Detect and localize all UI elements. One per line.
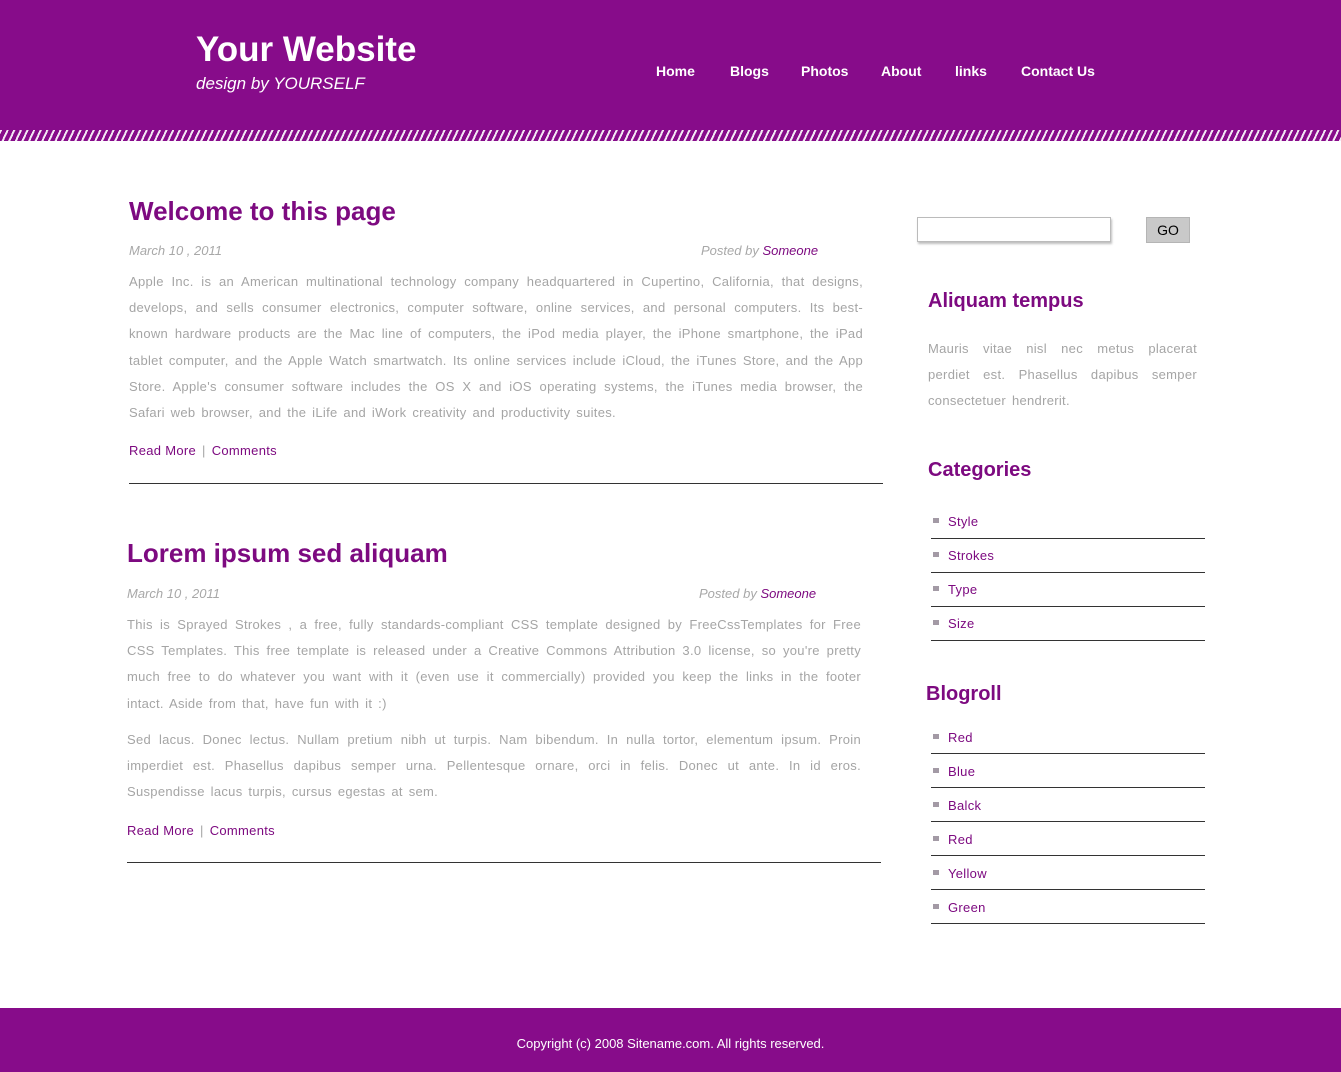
nav-home[interactable]: Home — [656, 63, 695, 79]
post-title[interactable]: Welcome to this page — [129, 196, 889, 227]
category-link[interactable]: Size — [948, 616, 975, 631]
post-author-link[interactable]: Someone — [760, 586, 816, 601]
header-fringe-edge — [0, 141, 1341, 148]
comments-link[interactable]: Comments — [212, 443, 277, 458]
post-divider — [127, 862, 881, 863]
site-tagline: design by YOURSELF — [196, 74, 365, 93]
blogroll-link[interactable]: Balck — [948, 798, 981, 813]
list-item: Red — [931, 720, 1205, 754]
footer-copyright: Copyright (c) 2008 Sitename.com. All rig… — [516, 1036, 825, 1051]
list-item: Green — [931, 890, 1205, 924]
post-links: Read More | Comments — [127, 823, 275, 838]
bullet-icon — [933, 552, 939, 557]
nav-about[interactable]: About — [881, 63, 921, 79]
list-item: Strokes — [931, 539, 1205, 573]
blogroll-link[interactable]: Yellow — [948, 866, 987, 881]
category-link[interactable]: Strokes — [948, 548, 994, 563]
nav-contact-us[interactable]: Contact Us — [1021, 63, 1095, 79]
post-date: March 10 , 2011 — [129, 243, 222, 258]
bullet-icon — [933, 836, 939, 841]
bullet-icon — [933, 870, 939, 875]
post-author-line: Posted by Someone — [701, 243, 818, 258]
search-go-button[interactable]: GO — [1146, 217, 1190, 243]
list-item: Balck — [931, 788, 1205, 822]
site-title[interactable]: Your Website — [196, 30, 416, 70]
post-body: This is Sprayed Strokes , a free, fully … — [127, 617, 861, 711]
post-links: Read More | Comments — [129, 443, 277, 458]
read-more-link[interactable]: Read More — [129, 443, 196, 458]
post-author-line: Posted by Someone — [699, 586, 816, 601]
post-body: Sed lacus. Donec lectus. Nullam pretium … — [127, 732, 861, 800]
nav-links[interactable]: links — [955, 63, 987, 79]
site-header: Your Website design by YOURSELF Home Blo… — [0, 0, 1341, 148]
posted-by-label: Posted by — [699, 586, 757, 601]
post-author-link[interactable]: Someone — [762, 243, 818, 258]
bullet-icon — [933, 768, 939, 773]
bullet-icon — [933, 904, 939, 909]
blogroll-list: Red Blue Balck Red Yellow Green — [931, 720, 1205, 924]
sidebar-heading-aliquam: Aliquam tempus — [928, 290, 1084, 312]
list-item: Type — [931, 573, 1205, 607]
category-link[interactable]: Type — [948, 582, 977, 597]
post-divider — [129, 483, 883, 484]
links-separator: | — [200, 823, 204, 838]
post-welcome: Welcome to this page March 10 , 2011 Pos… — [129, 196, 889, 484]
post-date: March 10 , 2011 — [127, 586, 220, 601]
posted-by-label: Posted by — [701, 243, 759, 258]
list-item: Yellow — [931, 856, 1205, 890]
categories-list: Style Strokes Type Size — [931, 505, 1205, 641]
list-item: Style — [931, 505, 1205, 539]
bullet-icon — [933, 620, 939, 625]
sidebar-heading-categories: Categories — [928, 459, 1032, 481]
read-more-link[interactable]: Read More — [127, 823, 194, 838]
sidebar-heading-blogroll: Blogroll — [926, 683, 1002, 705]
post-title[interactable]: Lorem ipsum sed aliquam — [127, 538, 887, 569]
site-footer: Copyright (c) 2008 Sitename.com. All rig… — [0, 1008, 1341, 1072]
blogroll-link[interactable]: Green — [948, 900, 986, 915]
post-body: Apple Inc. is an American multinational … — [129, 274, 863, 421]
blogroll-link[interactable]: Red — [948, 832, 973, 847]
list-item: Red — [931, 822, 1205, 856]
bullet-icon — [933, 734, 939, 739]
bullet-icon — [933, 586, 939, 591]
post-lorem: Lorem ipsum sed aliquam March 10 , 2011 … — [127, 538, 887, 863]
blogroll-link[interactable]: Blue — [948, 764, 975, 779]
list-item: Size — [931, 607, 1205, 641]
nav-photos[interactable]: Photos — [801, 63, 848, 79]
bullet-icon — [933, 802, 939, 807]
sidebar-about-text: Mauris vitae nisl nec metus placerat per… — [928, 341, 1197, 408]
category-link[interactable]: Style — [948, 514, 978, 529]
list-item: Blue — [931, 754, 1205, 788]
nav-blogs[interactable]: Blogs — [730, 63, 769, 79]
links-separator: | — [202, 443, 206, 458]
comments-link[interactable]: Comments — [210, 823, 275, 838]
bullet-icon — [933, 518, 939, 523]
search-input[interactable] — [917, 217, 1111, 242]
blogroll-link[interactable]: Red — [948, 730, 973, 745]
